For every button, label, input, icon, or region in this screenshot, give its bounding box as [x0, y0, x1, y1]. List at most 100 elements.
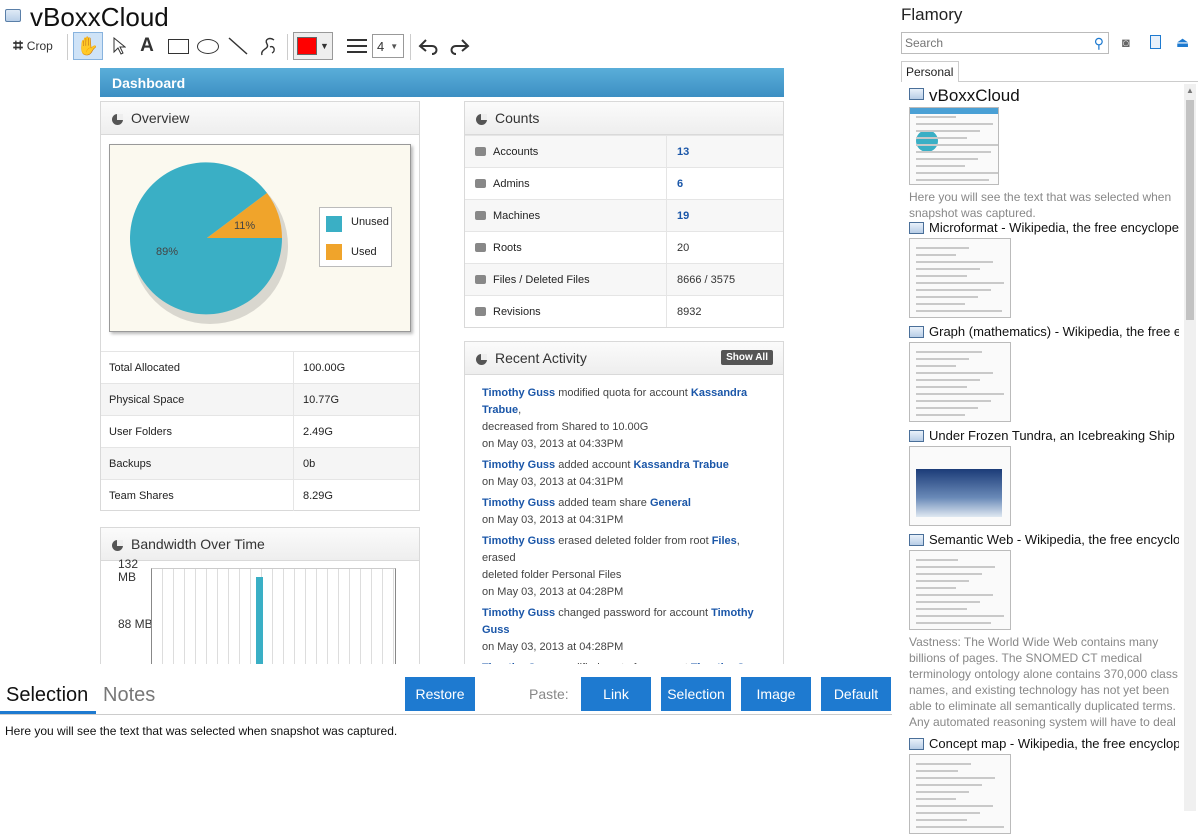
show-all-button[interactable]: Show All [721, 350, 773, 365]
row-icon [475, 179, 486, 188]
tab-selection[interactable]: Selection [6, 684, 88, 707]
snapshot-thumbnail[interactable] [909, 550, 1011, 630]
scrollbar-thumb[interactable] [1186, 100, 1194, 320]
hand-icon: ✋ [76, 35, 100, 56]
redo-button[interactable] [446, 32, 472, 60]
pie-chart-icon [112, 114, 123, 125]
snapshot-thumbnail[interactable] [909, 238, 1011, 318]
table-row: Team Shares 8.29G [101, 479, 419, 511]
table-row: Admins 6 [465, 167, 783, 199]
target-link[interactable]: Timothy Guss [691, 662, 764, 664]
tab-notes[interactable]: Notes [103, 684, 155, 707]
target-link[interactable]: Kassandra Trabue [633, 459, 728, 471]
actor-link[interactable]: Timothy Guss [482, 459, 555, 471]
list-item: Timothy Guss modified quota for account … [482, 660, 773, 664]
row-value[interactable]: 19 [667, 210, 689, 222]
line-width-value: 4 [377, 38, 385, 54]
paste-default-button[interactable]: Default [821, 677, 891, 711]
row-value[interactable]: 13 [667, 146, 689, 158]
row-value[interactable]: 6 [667, 178, 683, 190]
snapshot-title[interactable]: Under Frozen Tundra, an Icebreaking Ship… [909, 428, 1179, 445]
ellipse-tool-button[interactable] [194, 32, 222, 60]
snapshot-title[interactable]: Graph (mathematics) - Wikipedia, the fre… [909, 324, 1179, 341]
target-link[interactable]: General [650, 497, 691, 509]
snapshot-canvas[interactable]: Dashboard Overview 89% 11% Unused Used T… [98, 66, 792, 664]
row-key: Machines [493, 209, 541, 222]
actor-link[interactable]: Timothy Guss [482, 535, 555, 547]
document-icon[interactable] [1150, 35, 1161, 49]
line-tool-button[interactable] [224, 32, 252, 60]
camera-icon[interactable]: ◙ [1122, 35, 1130, 50]
snapshot-item[interactable]: Concept map - Wikipedia, the free encycl… [909, 736, 1179, 834]
pie-slice-unused [130, 162, 283, 315]
snapshot-thumbnail[interactable] [909, 446, 1011, 526]
row-value: 2.49G [303, 425, 333, 438]
crop-label: Crop [26, 39, 53, 53]
freehand-tool-button[interactable] [254, 32, 282, 60]
search-field[interactable] [902, 33, 1082, 53]
paste-link-button[interactable]: Link [581, 677, 651, 711]
scrollbar[interactable]: ▲ [1184, 84, 1196, 811]
snapshot-item[interactable]: Microformat - Wikipedia, the free encycl… [909, 220, 1179, 318]
collapse-icon[interactable]: ⏏ [1176, 34, 1189, 51]
crop-button[interactable]: ⌗ Crop [6, 32, 60, 60]
list-item: Timothy Guss added team share General on … [482, 497, 691, 526]
snapshot-description: Here you will see the text that was sele… [909, 190, 1172, 220]
table-row: Revisions 8932 [465, 295, 783, 327]
cursor-icon [113, 37, 126, 55]
sidebar: Flamory ⚲ ◙ ⏏ Personal ▲ vBoxxCloud Here … [897, 0, 1198, 834]
tab-personal[interactable]: Personal [901, 61, 959, 82]
actor-link[interactable]: Timothy Guss [482, 497, 555, 509]
table-row: Physical Space 10.77G [101, 383, 419, 415]
overview-header: Overview [101, 102, 419, 135]
actor-link[interactable]: Timothy Guss [482, 607, 555, 619]
text-tool-button[interactable]: A [134, 32, 160, 60]
hand-tool-button[interactable]: ✋ [73, 32, 103, 60]
paste-selection-button[interactable]: Selection [661, 677, 731, 711]
snapshot-item[interactable]: Semantic Web - Wikipedia, the free encyc… [909, 532, 1179, 730]
snapshot-item[interactable]: Graph (mathematics) - Wikipedia, the fre… [909, 324, 1179, 422]
table-row: Files / Deleted Files 8666 / 3575 [465, 263, 783, 295]
target-link[interactable]: Files [712, 535, 737, 547]
crop-icon: ⌗ [13, 36, 23, 55]
scroll-up-icon[interactable]: ▲ [1186, 86, 1194, 95]
row-value: 100.00G [303, 361, 346, 374]
paste-image-button[interactable]: Image [741, 677, 811, 711]
snapshot-title[interactable]: Microformat - Wikipedia, the free encycl… [909, 220, 1179, 237]
row-value: 0b [303, 457, 316, 470]
snapshot-thumbnail[interactable] [909, 754, 1011, 834]
snapshot-item[interactable]: vBoxxCloud Here you will see the text tha… [909, 86, 1179, 221]
rectangle-tool-button[interactable] [164, 32, 192, 60]
snapshot-title[interactable]: vBoxxCloud [909, 86, 1179, 106]
sidebar-title: Flamory [901, 5, 963, 24]
row-value: 8666 / 3575 [677, 273, 736, 286]
search-input[interactable]: ⚲ [901, 32, 1109, 54]
restore-button[interactable]: Restore [405, 677, 475, 711]
bandwidth-bar [256, 577, 263, 664]
actor-link[interactable]: Timothy Guss [482, 387, 555, 399]
row-key: Total Allocated [101, 352, 294, 383]
undo-button[interactable] [416, 32, 442, 60]
snapshot-title[interactable]: Semantic Web - Wikipedia, the free encyc… [909, 532, 1179, 549]
table-row: User Folders 2.49G [101, 415, 419, 447]
list-item: Timothy Guss erased deleted folder from … [482, 535, 740, 598]
select-tool-button[interactable] [106, 32, 132, 60]
activity-title: Recent Activity [495, 350, 587, 366]
color-picker[interactable]: ▼ [293, 32, 333, 60]
row-value: 8932 [677, 305, 702, 318]
list-item: Timothy Guss added account Kassandra Tra… [482, 459, 729, 488]
search-icon[interactable]: ⚲ [1094, 35, 1104, 52]
snapshot-thumbnail[interactable] [909, 107, 999, 185]
actor-link[interactable]: Timothy Guss [482, 662, 555, 664]
snapshot-description: Vastness: The World Wide Web contains ma… [909, 635, 1178, 729]
line-width-select[interactable]: 4 ▼ [372, 34, 404, 58]
snapshot-title[interactable]: Concept map - Wikipedia, the free encycl… [909, 736, 1179, 753]
app-title: vBoxxCloud [30, 2, 169, 32]
snapshot-thumbnail[interactable] [909, 342, 1011, 422]
legend-used: Used [351, 246, 377, 258]
overview-chart: 89% 11% Unused Used [109, 144, 411, 332]
row-icon [475, 147, 486, 156]
snapshot-item[interactable]: Under Frozen Tundra, an Icebreaking Ship… [909, 428, 1179, 526]
selection-text[interactable]: Here you will see the text that was sele… [5, 724, 397, 738]
freehand-icon [261, 37, 275, 56]
